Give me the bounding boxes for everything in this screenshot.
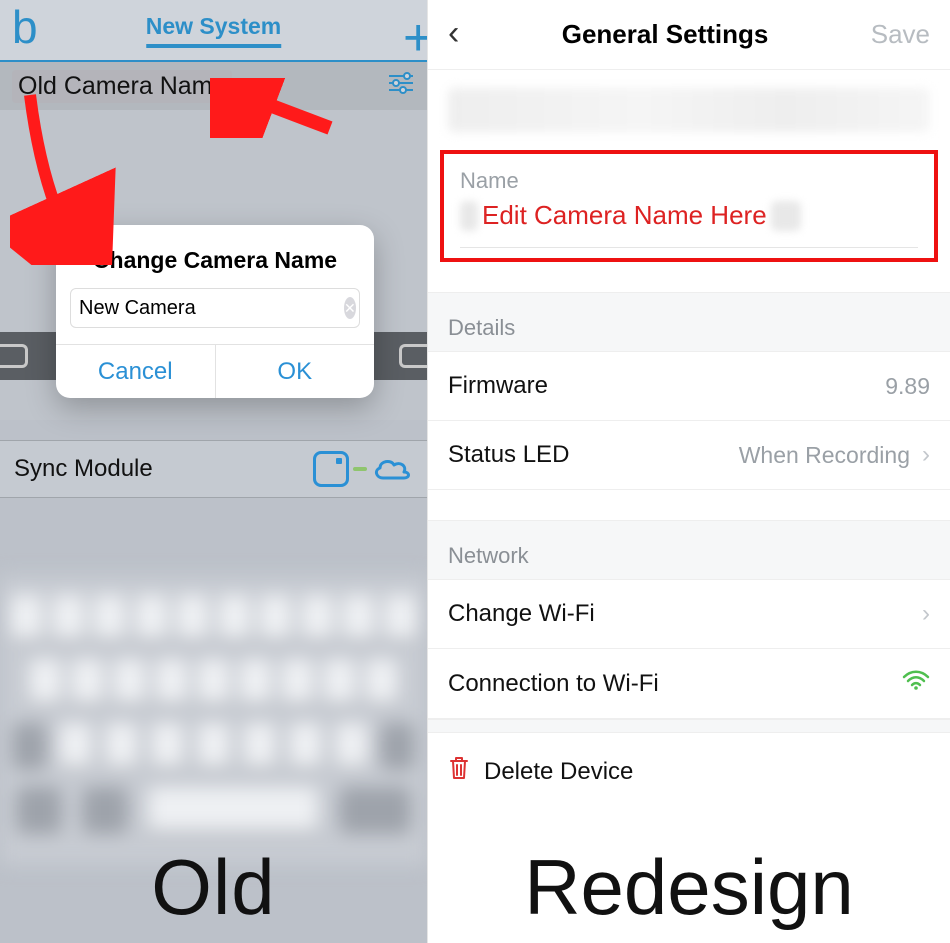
cloud-icon [371,456,413,482]
cancel-button[interactable]: Cancel [56,345,215,398]
system-tab[interactable]: New System [146,13,282,48]
change-name-dialog: Change Camera Name ✕ Cancel OK [56,225,374,398]
add-icon[interactable]: + [403,8,427,68]
clear-input-icon[interactable]: ✕ [344,297,356,319]
camera-name-bar: Old Camera Name [0,62,427,110]
sync-status-icons [313,451,413,487]
name-field-value[interactable]: Edit Camera Name Here [478,200,771,231]
firmware-row: Firmware 9.89 [428,352,950,421]
redacted-blur [460,201,478,231]
module-chip-icon [313,451,349,487]
old-header: b New System + [0,0,427,62]
name-edit-highlight: Name Edit Camera Name Here [440,150,938,262]
back-button[interactable]: ‹ [448,16,459,54]
blurred-keyboard [0,575,427,865]
ok-button[interactable]: OK [215,345,375,398]
change-wifi-row[interactable]: Change Wi-Fi › [428,580,950,649]
redesign-caption: Redesign [524,842,854,933]
chevron-right-icon: › [922,600,930,628]
firmware-value: 9.89 [885,373,930,400]
connection-wifi-row[interactable]: Connection to Wi-Fi [428,649,950,719]
status-led-value: When Recording [739,442,910,469]
redacted-text [448,88,930,132]
firmware-label: Firmware [448,372,548,400]
chevron-right-icon: › [922,441,930,469]
connection-line-icon [353,467,367,471]
trash-icon [448,755,470,788]
dialog-input-wrapper: ✕ [70,288,360,328]
camera-name-label[interactable]: Old Camera Name [12,70,232,103]
camera-icon[interactable] [399,344,427,368]
save-button[interactable]: Save [871,19,930,50]
status-led-row[interactable]: Status LED When Recording › [428,421,950,490]
camera-name-input[interactable] [79,297,344,320]
old-caption: Old [151,842,275,933]
dialog-title: Change Camera Name [56,225,374,288]
details-section-header: Details [428,292,950,352]
redesign-settings-pane: ‹ General Settings Save Name Edit Camera… [427,0,950,943]
status-led-label: Status LED [448,441,569,469]
sync-module-row[interactable]: Sync Module [0,440,427,498]
camera-preview-area: Change Camera Name ✕ Cancel OK [0,110,427,420]
name-field-label: Name [460,168,918,194]
connection-wifi-label: Connection to Wi-Fi [448,670,659,698]
old-app-pane: b New System + Old Camera Name Change Ca… [0,0,427,943]
delete-device-label: Delete Device [484,758,633,786]
redacted-blur [771,201,801,231]
sync-module-label: Sync Module [14,455,153,483]
wifi-signal-icon [902,669,930,698]
page-title: General Settings [562,19,769,50]
settings-sliders-icon[interactable] [387,72,415,101]
delete-device-row[interactable]: Delete Device [428,733,950,810]
video-icon[interactable] [0,344,28,368]
change-wifi-label: Change Wi-Fi [448,600,595,628]
network-section-header: Network [428,520,950,580]
settings-header: ‹ General Settings Save [428,0,950,70]
app-logo: b [0,4,50,56]
